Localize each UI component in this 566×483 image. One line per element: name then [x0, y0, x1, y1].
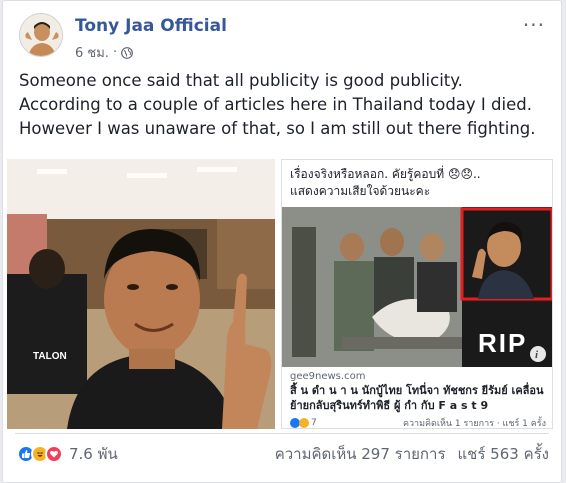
reaction-count[interactable]: 7.6 พัน [69, 442, 118, 466]
shared-news-image[interactable]: RIP i [282, 207, 552, 367]
meta-separator: · [112, 45, 118, 60]
shared-post[interactable]: เรื่องจริงหรือหลอก. คัยรู้คอบที่ 😞😞.. แส… [281, 159, 553, 429]
shared-stats: 7 ความคิดเห็น 1 รายการ · แชร์ 1 ครั้ง [290, 416, 546, 428]
post-footer: 7.6 พัน ความคิดเห็น 297 รายการ แชร์ 563 … [17, 438, 549, 468]
shirt-text: TALON [33, 351, 67, 362]
post-header: Tony Jaa Official 6 ชม. · ··· [19, 13, 549, 61]
shared-title[interactable]: สิ้ น ดำ น า น นักบู้ไทย โทนี่จา ทัชชกร … [290, 383, 546, 413]
post-card: Tony Jaa Official 6 ชม. · ··· Someone on… [2, 0, 562, 483]
post-text-line: Someone once said that all publicity is … [19, 71, 463, 90]
shared-comment-share-count[interactable]: ความคิดเห็น 1 รายการ · แชร์ 1 ครั้ง [403, 416, 546, 428]
shared-headline-line: แสดงความเสียใจด้วยนะคะ [290, 184, 431, 198]
rip-text: RIP [478, 328, 527, 358]
post-time[interactable]: 6 ชม. [75, 42, 109, 63]
post-text: Someone once said that all publicity is … [19, 69, 549, 141]
post-text-line: According to a couple of articles here i… [19, 95, 532, 114]
page-name[interactable]: Tony Jaa Official [75, 16, 227, 36]
selfie-photo[interactable]: TALON [7, 159, 275, 429]
shared-title-line: ย้ายกลับสุรินทร์ทำพิธี ผู้ กำ กับ F a s … [290, 399, 489, 412]
sad-reaction-icon [299, 418, 309, 428]
footer-divider [15, 433, 549, 434]
shared-headline: เรื่องจริงหรือหลอก. คัยรู้คอบที่ 😞😞.. แส… [290, 166, 548, 200]
shared-title-line: สิ้ น ดำ น า น นักบู้ไทย โทนี่จา ทัชชกร … [290, 384, 544, 397]
reactions-summary[interactable]: 7.6 พัน [17, 442, 118, 466]
shared-reaction-count[interactable]: 7 [311, 418, 317, 428]
shared-headline-line: เรื่องจริงหรือหลอก. คัยรู้คอบที่ 😞😞.. [290, 167, 481, 181]
love-reaction-icon [45, 445, 63, 463]
post-meta: 6 ชม. · [75, 42, 133, 63]
more-options-icon[interactable]: ··· [523, 15, 545, 35]
page-avatar[interactable] [19, 13, 63, 57]
post-text-line: However I was unaware of that, so I am s… [19, 119, 536, 138]
shared-domain[interactable]: gee9news.com [290, 371, 365, 382]
engagement-counts: ความคิดเห็น 297 รายการ แชร์ 563 ครั้ง [275, 442, 549, 466]
globe-icon [121, 46, 133, 59]
shares-count[interactable]: แชร์ 563 ครั้ง [458, 442, 550, 466]
comments-count[interactable]: ความคิดเห็น 297 รายการ [275, 442, 446, 466]
